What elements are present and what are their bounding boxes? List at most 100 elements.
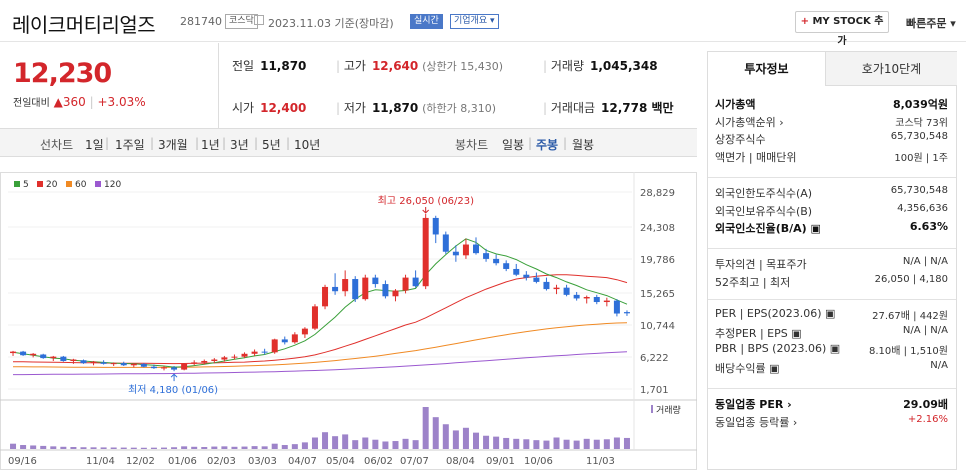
volume-bar: [60, 446, 67, 449]
info-label: 외국인보유주식수(B): [715, 204, 813, 218]
info-value: 6.63%: [909, 220, 948, 233]
info-label: 시가총액: [715, 98, 756, 111]
candle-body: [332, 286, 339, 292]
candle-body: [171, 367, 178, 370]
y-tick-label: 6,222: [640, 353, 669, 364]
volume-bar: [523, 439, 530, 449]
period-1y[interactable]: 1년: [201, 136, 220, 153]
volume-bar: [161, 447, 167, 449]
candle-weekly[interactable]: 주봉: [536, 136, 558, 153]
info-value: N/A | N/A: [902, 256, 948, 267]
realtime-button[interactable]: 실시간: [410, 14, 443, 29]
volume-bar: [332, 436, 339, 449]
candle-body: [161, 367, 167, 369]
volume-bar: [281, 445, 288, 449]
info-label: 상장주식수: [715, 133, 766, 146]
x-tick-label: 11/03: [586, 456, 615, 467]
candle-body: [623, 312, 630, 314]
diff-value: ▲360: [53, 95, 86, 109]
candle-daily[interactable]: 일봉: [502, 136, 524, 153]
candle-body: [10, 351, 17, 354]
legend-label: 5: [23, 180, 29, 190]
volume-bar: [563, 439, 570, 449]
volume-bar: [291, 444, 298, 449]
y-tick-label: 19,786: [640, 255, 675, 266]
volume-bar: [171, 447, 178, 449]
period-3y[interactable]: 3년: [230, 136, 249, 153]
volume-bar: [261, 446, 268, 449]
volume-bar: [20, 445, 27, 449]
info-value: 8,039억원: [892, 98, 948, 111]
candle-body: [442, 234, 449, 252]
info-label: PER | EPS(2023.06) ▣: [715, 307, 836, 320]
candle-monthly[interactable]: 월봉: [572, 136, 594, 153]
period-10y[interactable]: 10년: [294, 136, 320, 153]
volume-bar: [50, 446, 57, 449]
plus-icon: +: [800, 16, 813, 27]
candle-body: [422, 217, 429, 287]
candle-body: [20, 351, 27, 356]
moving-average-ma60: [12, 322, 628, 368]
period-1w[interactable]: 1주일: [115, 136, 145, 153]
volume-bar: [140, 447, 147, 449]
candle-body: [301, 328, 308, 335]
volume-bar: [483, 435, 490, 449]
period-1d[interactable]: 1일: [85, 136, 104, 153]
info-label: 동일업종 PER ›: [715, 398, 792, 411]
volume-bar: [150, 447, 157, 449]
info-value: 65,730,548: [890, 131, 948, 142]
info-value: 26,050 | 4,180: [874, 273, 948, 285]
candle-body: [80, 360, 87, 364]
volume-bar: [593, 439, 600, 449]
volume-bar: [100, 447, 107, 449]
candle-body: [322, 286, 329, 307]
volume-bar: [442, 424, 449, 449]
info-row: 시가총액 8,039억원: [715, 96, 948, 112]
volume-bar: [201, 447, 208, 449]
candle-body: [543, 281, 550, 290]
x-tick-label: 10/06: [524, 456, 553, 467]
candle-body: [110, 363, 117, 365]
info-row: 상장주식수 65,730,548: [715, 131, 948, 147]
tab-order-book[interactable]: 호가10단계: [826, 52, 957, 86]
tab-investment-info[interactable]: 투자정보: [708, 52, 826, 86]
info-label: 동일업종 등락률 ›: [715, 415, 798, 429]
period-3m[interactable]: 3개월: [158, 136, 188, 153]
volume-bar: [80, 447, 87, 449]
candle-body: [150, 366, 157, 369]
info-row: 투자의견 | 목표주가 N/A | N/A: [715, 256, 948, 272]
chart-frame: [0, 172, 697, 470]
volume-label: 거래량: [656, 404, 681, 416]
volume-bar: [462, 427, 469, 449]
candle-body: [201, 360, 208, 363]
info-label: 외국인한도주식수(A): [715, 187, 813, 200]
info-label: 시가총액순위 ›: [715, 115, 784, 129]
info-label: PBR | BPS (2023.06) ▣: [715, 342, 841, 355]
candle-body: [473, 244, 479, 254]
quick-order-button[interactable]: 빠른주문 ▾: [906, 15, 956, 31]
x-tick-label: 01/06: [168, 456, 197, 467]
stock-header: 레이크머티리얼즈 281740 코스닥 2023.11.03 기준(장마감) 실…: [0, 0, 966, 47]
volume-bar: [513, 438, 520, 449]
period-selector: 선차트 1일 | 1주일 | 3개월 | 1년 | 3년 | 5년 | 10년 …: [0, 129, 697, 157]
candle-body: [30, 353, 37, 356]
company-overview-dropdown[interactable]: 기업개요 ▾: [450, 14, 499, 29]
candle-body: [573, 294, 580, 299]
candle-body: [291, 334, 298, 343]
candle-body: [503, 263, 510, 269]
candle-body: [412, 277, 419, 287]
low-price: | 저가 11,870 (하한가 8,310): [336, 101, 497, 115]
candle-body: [613, 300, 620, 314]
candle-body: [382, 284, 389, 297]
divider: [218, 43, 219, 129]
x-tick-label: 02/03: [207, 456, 236, 467]
candle-body: [563, 287, 570, 295]
candle-body: [342, 279, 349, 292]
add-mystock-button[interactable]: + MY STOCK 추가: [795, 11, 889, 47]
volume-bar: [311, 437, 318, 449]
stock-name: 레이크머티리얼즈: [12, 13, 156, 37]
candle-body: [100, 362, 107, 364]
legend-label: 60: [75, 180, 87, 190]
info-value: N/A: [930, 359, 948, 371]
period-5y[interactable]: 5년: [262, 136, 281, 153]
